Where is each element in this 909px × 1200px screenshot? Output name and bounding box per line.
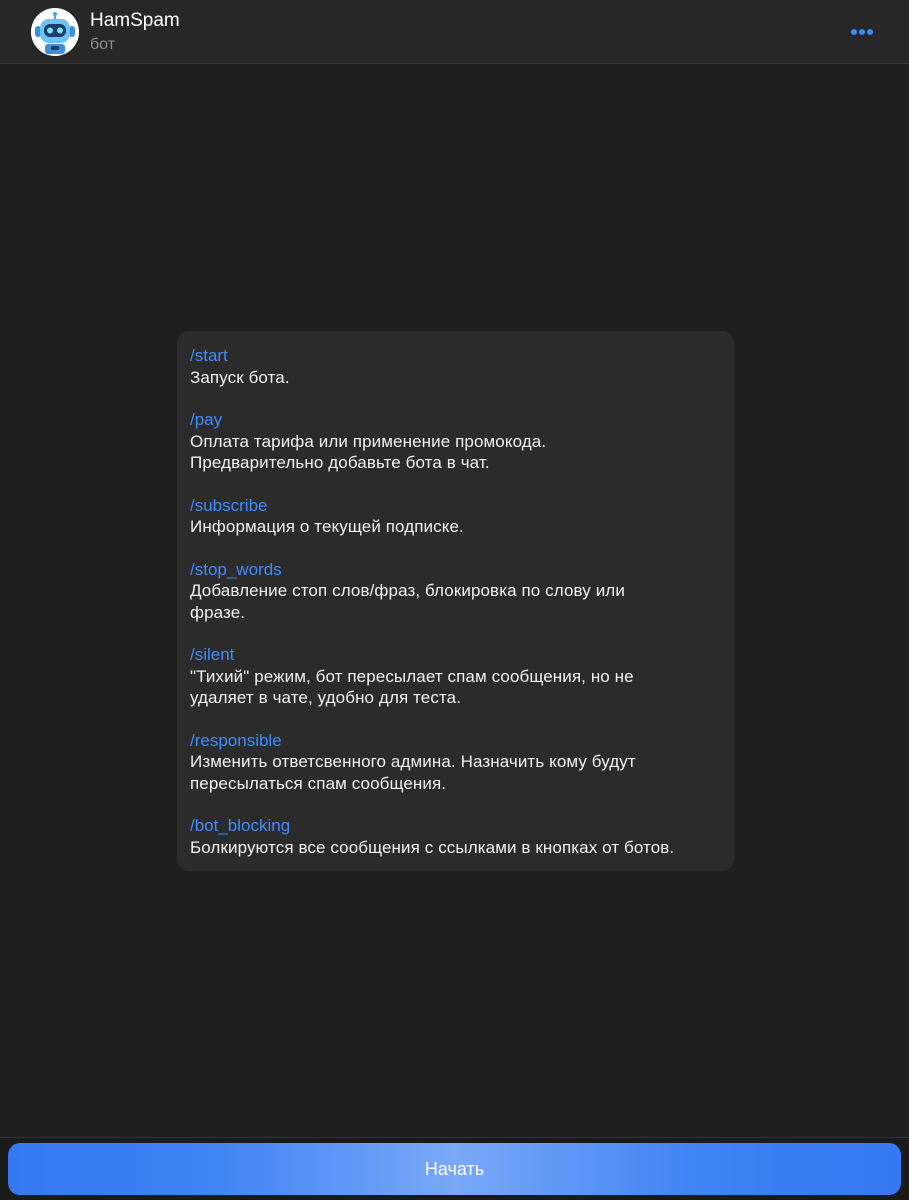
command-link-responsible[interactable]: /responsible	[190, 730, 721, 752]
command-description: Добавление стоп слов/фраз, блокировка по…	[190, 581, 625, 600]
command-link-subscribe[interactable]: /subscribe	[190, 495, 721, 517]
command-description: пересылаться спам сообщения.	[190, 773, 447, 793]
robot-avatar-icon[interactable]	[31, 8, 79, 56]
start-button[interactable]: Начать	[8, 1143, 901, 1195]
command-description: "Тихий" режим, бот пересылает спам сообщ…	[190, 666, 634, 686]
command-link-pay[interactable]: /pay	[190, 409, 721, 431]
command-description: фразе.	[190, 602, 246, 622]
command-item: /stop_words Добавление стоп слов/фраз, б…	[190, 559, 721, 624]
bot-message-bubble: /start Запуск бота. /pay Оплата тарифа и…	[177, 331, 734, 871]
bottom-bar: Начать	[0, 1137, 909, 1200]
command-item: /subscribe Информация о текущей подписке…	[190, 495, 721, 538]
command-link-stop-words[interactable]: /stop_words	[190, 559, 721, 581]
command-description: Болкируются все сообщения с ссылками в к…	[190, 837, 675, 857]
command-link-silent[interactable]: /silent	[190, 644, 721, 666]
command-link-bot-blocking[interactable]: /bot_blocking	[190, 815, 721, 837]
chat-area[interactable]: /start Запуск бота. /pay Оплата тарифа и…	[0, 65, 909, 1137]
command-description: Изменить ответсвенного админа. Назначить…	[190, 752, 636, 771]
chat-subtitle: бот	[90, 36, 116, 53]
more-dots-icon[interactable]	[840, 18, 884, 46]
app-window: HamSpam бот /start Запуск бота. /pay Опл…	[0, 0, 909, 1200]
command-description: удаляет в чате, удобно для теста.	[190, 688, 462, 707]
command-link-start[interactable]: /start	[190, 345, 721, 367]
command-item: /responsible Изменить ответсвенного адми…	[190, 730, 721, 795]
command-description: Информация о текущей подписке.	[190, 517, 464, 536]
chat-title: HamSpam	[90, 10, 180, 31]
command-item: /start Запуск бота.	[190, 345, 721, 388]
command-description: Оплата тарифа или применение промокода.	[190, 431, 547, 451]
command-item: /pay Оплата тарифа или применение промок…	[190, 409, 721, 474]
command-description: Запуск бота.	[190, 367, 290, 387]
command-description: Предварительно добавьте бота в чат.	[190, 453, 490, 472]
chat-header: HamSpam бот	[0, 0, 909, 64]
command-item: /silent "Тихий" режим, бот пересылает сп…	[190, 644, 721, 709]
command-item: /bot_blocking Болкируются все сообщения …	[190, 815, 721, 858]
